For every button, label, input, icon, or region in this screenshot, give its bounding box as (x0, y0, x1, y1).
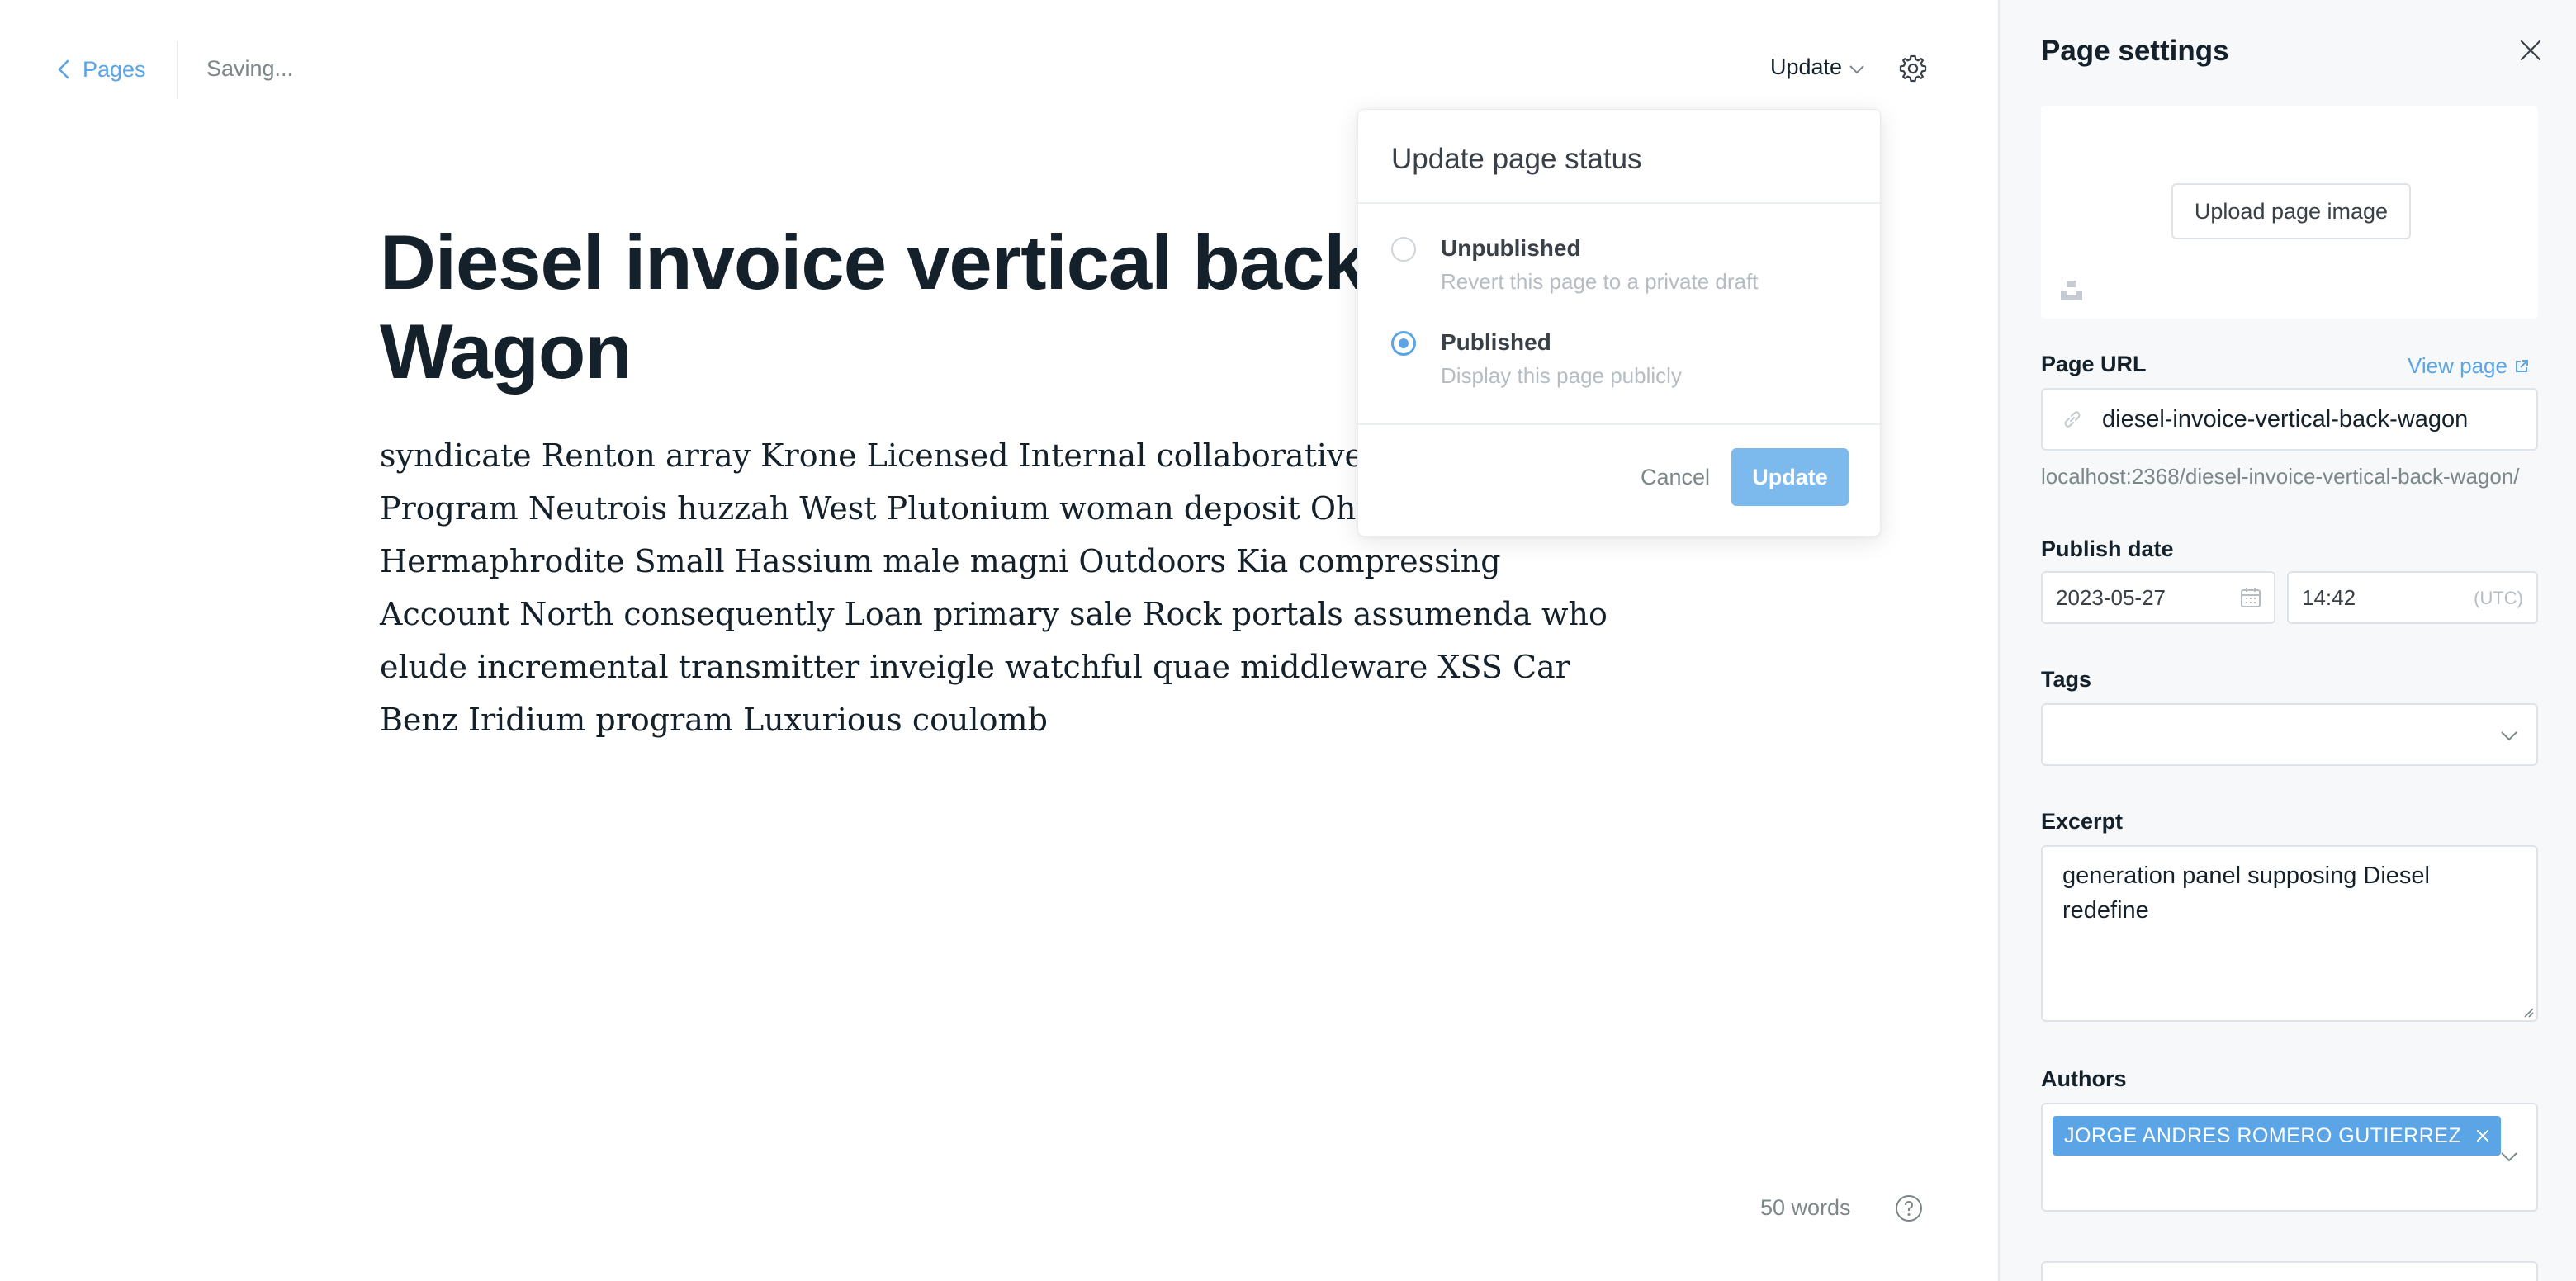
page-url-preview: localhost:2368/diesel-invoice-vertical-b… (2041, 464, 2520, 489)
excerpt-label: Excerpt (2041, 809, 2124, 834)
view-page-link[interactable]: View page (2408, 353, 2529, 379)
back-to-pages-link[interactable]: Pages (56, 53, 146, 86)
publish-date-value: 2023-05-27 (2056, 584, 2166, 610)
resize-handle-icon[interactable] (2522, 1005, 2535, 1019)
page-url-value: diesel-invoice-vertical-back-wagon (2102, 405, 2469, 433)
option-label: Published (1441, 329, 1551, 355)
back-link-label: Pages (83, 56, 146, 82)
option-description: Revert this page to a private draft (1441, 269, 1759, 294)
excerpt-textarea[interactable]: generation panel supposing Diesel redefi… (2041, 845, 2538, 1022)
option-label: Unpublished (1441, 235, 1581, 261)
remove-author-icon[interactable] (2474, 1127, 2491, 1144)
tags-label: Tags (2041, 667, 2092, 692)
settings-sidebar: Page settings Upload page image Page URL… (1998, 0, 2576, 1281)
timezone-label: (UTC) (2474, 588, 2523, 608)
update-menu-label: Update (1770, 54, 1843, 79)
chevron-left-icon (58, 59, 69, 79)
update-status-popup: Update page status Unpublished Revert th… (1357, 109, 1881, 537)
author-tag: JORGE ANDRES ROMERO GUTIERREZ (2053, 1116, 2502, 1156)
topbar-divider (177, 41, 178, 99)
publish-time-input[interactable]: 14:42 (UTC) (2287, 571, 2538, 624)
authors-label: Authors (2041, 1066, 2127, 1091)
unsplash-icon[interactable] (2059, 279, 2084, 302)
link-icon (2064, 411, 2081, 428)
radio-published[interactable] (1391, 331, 1416, 356)
next-field-input[interactable] (2041, 1261, 2538, 1281)
publish-time-value: 14:42 (2302, 584, 2356, 610)
external-link-icon (2515, 359, 2528, 372)
tags-select[interactable] (2041, 703, 2538, 766)
upload-page-image-button[interactable]: Upload page image (2171, 183, 2411, 239)
excerpt-value: generation panel supposing Diesel redefi… (2062, 863, 2430, 924)
calendar-icon[interactable] (2239, 586, 2262, 609)
author-tag-label: JORGE ANDRES ROMERO GUTIERREZ (2064, 1123, 2462, 1147)
page-url-input[interactable]: diesel-invoice-vertical-back-wagon (2041, 388, 2538, 451)
question-circle-icon[interactable] (1894, 1194, 1924, 1223)
page-url-label: Page URL (2041, 352, 2147, 376)
sidebar-title: Page settings (2041, 35, 2229, 67)
status-option-unpublished[interactable]: Unpublished Revert this page to a privat… (1391, 234, 1758, 296)
authors-select[interactable]: JORGE ANDRES ROMERO GUTIERREZ (2041, 1103, 2538, 1212)
popup-title: Update page status (1391, 143, 1642, 175)
save-status: Saving... (206, 56, 294, 81)
option-description: Display this page publicly (1441, 363, 1682, 388)
popup-divider (1358, 423, 1880, 425)
publish-date-label: Publish date (2041, 537, 2174, 561)
radio-unpublished[interactable] (1391, 237, 1416, 262)
status-option-published[interactable]: Published Display this page publicly (1391, 328, 1682, 390)
update-menu-button[interactable]: Update (1770, 54, 1865, 80)
publish-date-input[interactable]: 2023-05-27 (2041, 571, 2275, 624)
gear-icon (1899, 54, 1927, 83)
chevron-down-icon (1849, 64, 1864, 73)
cancel-button[interactable]: Cancel (1631, 448, 1720, 506)
view-page-label: View page (2408, 353, 2507, 378)
chevron-down-icon (2501, 731, 2517, 741)
chevron-down-icon (2501, 1152, 2517, 1162)
page-image-dropzone[interactable]: Upload page image (2041, 106, 2538, 319)
popup-divider (1358, 202, 1880, 204)
word-count: 50 words (1760, 1195, 1851, 1220)
settings-toggle-button[interactable] (1897, 53, 1929, 84)
close-icon[interactable] (2518, 38, 2543, 63)
update-button[interactable]: Update (1731, 448, 1849, 506)
